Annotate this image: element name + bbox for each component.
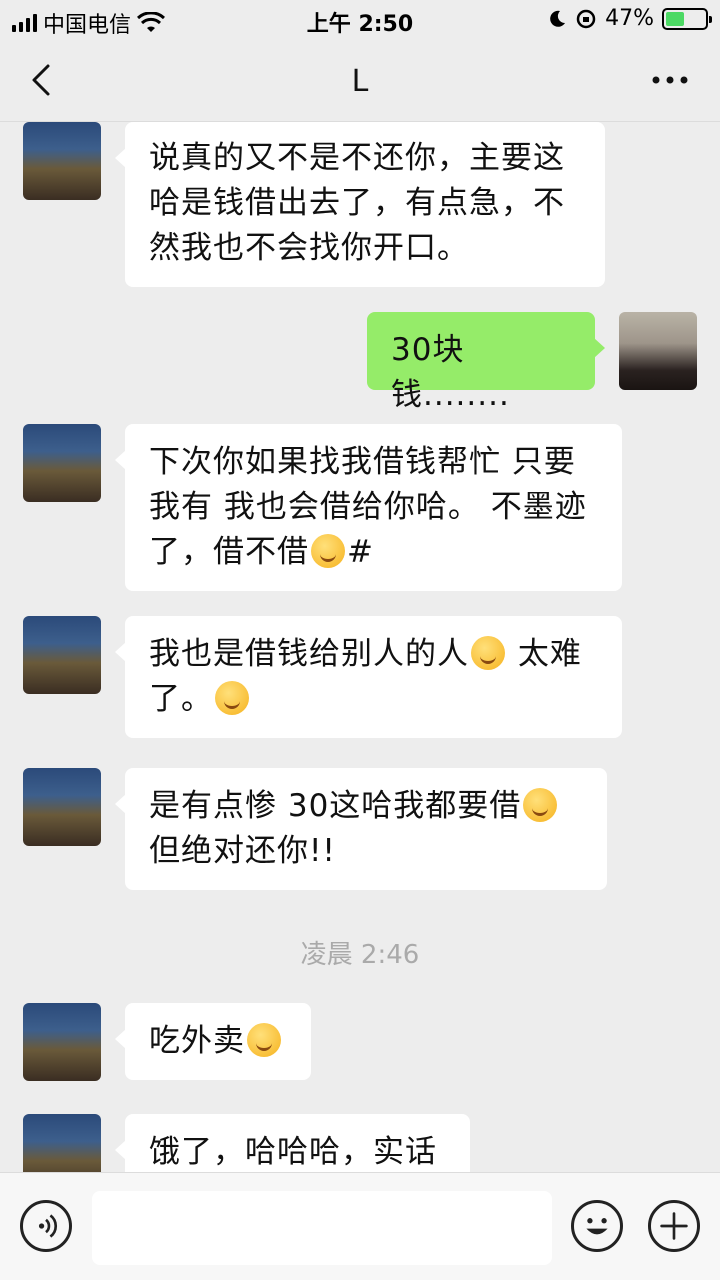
plus-icon[interactable] [648, 1200, 700, 1252]
battery-icon [662, 7, 712, 30]
sobbing-face-icon [471, 636, 505, 670]
message-text-tail: 但绝对还你!! [149, 833, 336, 869]
message-text: 我也是借钱给别人的人 [149, 636, 469, 672]
flushed-face-icon [215, 681, 249, 715]
message-input[interactable] [92, 1191, 552, 1265]
message-text: 吃外卖 [149, 1023, 245, 1059]
avatar-self[interactable] [619, 312, 697, 390]
battery-percent: 47% [605, 6, 654, 31]
message-bubble-self[interactable]: 30块钱........ [367, 312, 605, 413]
timestamp: 凌晨 2:46 [300, 940, 420, 970]
flushed-face-icon [311, 534, 345, 568]
chat-area[interactable]: 说真的又不是不还你，主要这哈是钱借出去了，有点急，不然我也不会找你开口。 30块… [0, 122, 720, 1172]
message-bubble[interactable]: 我也是借钱给别人的人 太难了。 [115, 616, 622, 738]
avatar[interactable] [23, 122, 101, 200]
message-text-tail: # [347, 534, 374, 570]
input-bar [0, 1172, 720, 1280]
message-bubble[interactable]: 吃外卖 [115, 1003, 311, 1080]
avatar[interactable] [23, 616, 101, 694]
avatar[interactable] [23, 1003, 101, 1081]
battery-fill [666, 11, 684, 26]
status-right: 47% [547, 6, 712, 31]
message-bubble[interactable]: 是有点惨 30这哈我都要借 但绝对还你!! [115, 768, 607, 890]
rotation-lock-icon [576, 9, 596, 28]
emoji-icon[interactable] [571, 1200, 623, 1252]
message-bubble[interactable]: 说真的又不是不还你，主要这哈是钱借出去了，有点急，不然我也不会找你开口。 [115, 122, 605, 287]
chat-title: L [351, 64, 369, 99]
message-text: 饿了，哈哈哈，实话 [149, 1134, 437, 1170]
message-bubble[interactable]: 饿了，哈哈哈，实话 [115, 1114, 470, 1172]
status-bar: 中国电信 上午 2:50 47% [0, 0, 720, 40]
moon-icon [550, 10, 566, 27]
avatar[interactable] [23, 768, 101, 846]
voice-icon[interactable] [20, 1200, 72, 1252]
avatar[interactable] [23, 424, 101, 502]
message-text: 说真的又不是不还你，主要这哈是钱借出去了，有点急，不然我也不会找你开口。 [149, 140, 565, 266]
message-bubble[interactable]: 下次你如果找我借钱帮忙 只要我有 我也会借给你哈。 不墨迹了，借不借 # [115, 424, 622, 591]
more-dots-icon[interactable] [650, 68, 690, 92]
message-text: 是有点惨 30这哈我都要借 [149, 788, 522, 824]
sobbing-face-icon [247, 1023, 281, 1057]
sobbing-face-icon [523, 788, 558, 822]
avatar[interactable] [23, 1114, 101, 1172]
message-text: 30块钱........ [391, 332, 510, 413]
nav-bar: L [0, 40, 720, 122]
